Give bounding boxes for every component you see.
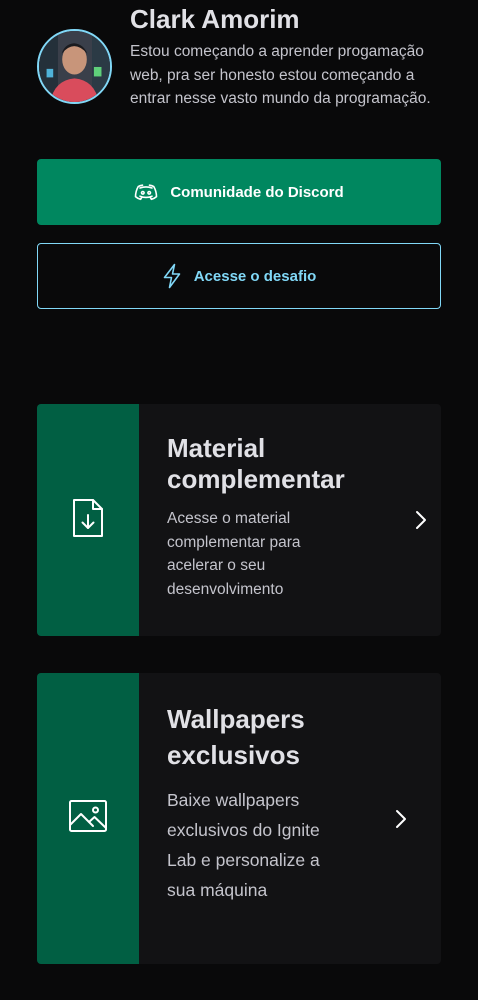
card-title: Material complementar: [167, 433, 345, 494]
access-challenge-button[interactable]: Acesse o desafio: [37, 243, 441, 309]
author-profile: Clark Amorim Estou começando a aprender …: [37, 4, 441, 111]
author-name: Clark Amorim: [130, 4, 300, 34]
chevron-right-icon: [415, 510, 427, 530]
avatar: [37, 29, 112, 104]
author-bio: Estou começando a aprender progamação we…: [130, 43, 431, 107]
complementary-material-card[interactable]: Material complementar Acesse o material …: [37, 404, 441, 636]
image-icon: [68, 799, 108, 838]
card-icon-panel: [37, 404, 139, 636]
card-description: Baixe wallpapers exclusivos do Ignite La…: [167, 790, 320, 900]
challenge-button-label: Acesse o desafio: [193, 267, 317, 285]
file-download-icon: [70, 498, 106, 543]
discord-button-label: Comunidade do Discord: [170, 183, 344, 201]
discord-icon: [134, 182, 158, 202]
page: Clark Amorim Estou começando a aprender …: [0, 0, 478, 1000]
card-description: Acesse o material complementar para acel…: [167, 510, 301, 598]
discord-community-button[interactable]: Comunidade do Discord: [37, 159, 441, 225]
avatar-image: [39, 31, 110, 102]
chevron-right-icon: [395, 809, 407, 829]
card-title: Wallpapers exclusivos: [167, 704, 305, 770]
exclusive-wallpapers-card[interactable]: Wallpapers exclusivos Baixe wallpapers e…: [37, 673, 441, 964]
lightning-icon: [162, 263, 182, 289]
card-icon-panel: [37, 673, 139, 964]
